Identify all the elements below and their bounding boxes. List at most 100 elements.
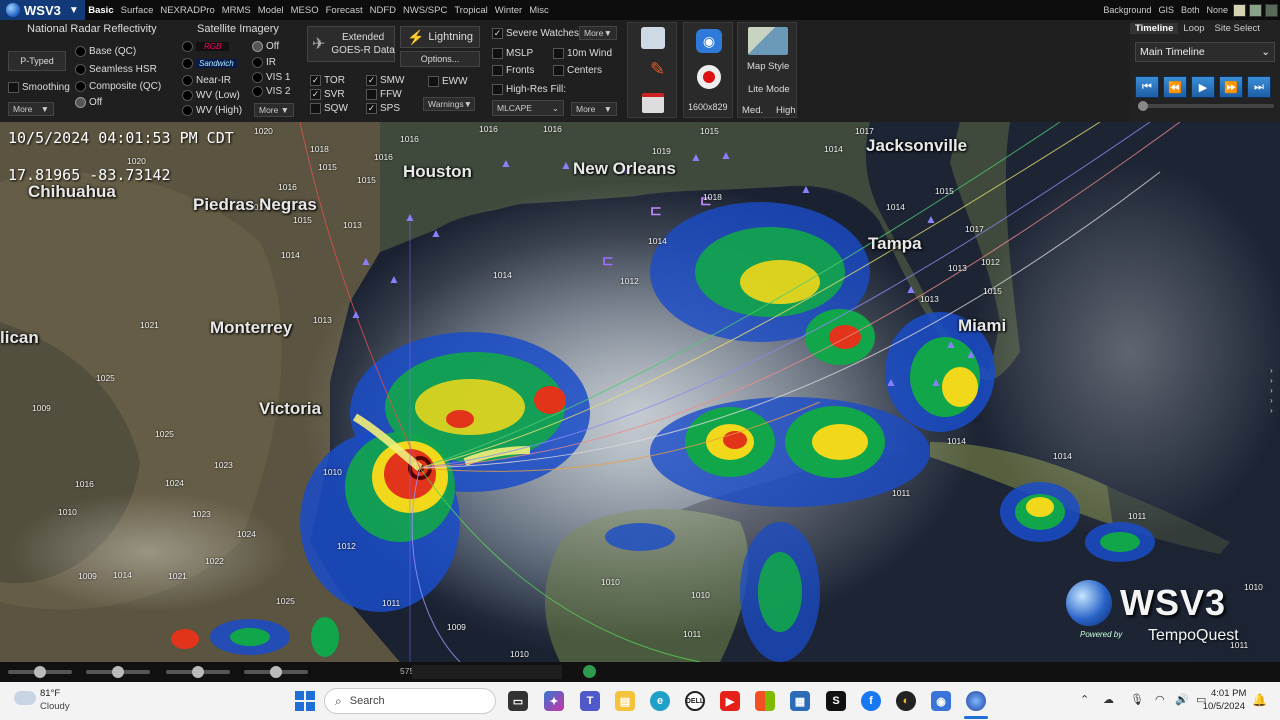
dell-icon[interactable]: DELL (685, 691, 705, 711)
warn-sps[interactable]: ✓ SPS (366, 103, 400, 114)
warn-svr[interactable]: ✓ SVR (310, 89, 345, 100)
hires-fill-checkbox[interactable]: High-Res Fill: (492, 84, 566, 95)
pencil-icon[interactable]: ✎ (650, 59, 665, 80)
tab-timeline[interactable]: Timeline (1130, 22, 1179, 34)
radar-app-icon[interactable]: ◐ (896, 691, 916, 711)
swatch-dark[interactable] (1265, 3, 1278, 17)
menu-misc[interactable]: Misc (526, 5, 553, 16)
smoothing-checkbox[interactable]: Smoothing (8, 82, 70, 93)
warn-smw[interactable]: ✓ SMW (366, 75, 404, 86)
sat-vis2-option[interactable]: VIS 2 (252, 86, 290, 97)
menu-basic[interactable]: Basic (85, 5, 117, 16)
weather-temp[interactable]: 81°F (40, 688, 60, 699)
background-none[interactable]: None (1204, 5, 1230, 15)
menu-mrms[interactable]: MRMS (218, 5, 254, 16)
tab-site-select[interactable]: Site Select (1210, 23, 1265, 34)
wifi-icon[interactable]: ◠ (1155, 693, 1165, 706)
lightning-button[interactable]: ⚡ Lightning (400, 26, 480, 48)
swatch-light[interactable] (1233, 3, 1246, 17)
chevron-up-icon[interactable]: ⌃ (1080, 693, 1089, 706)
sat-sandwich-option[interactable]: Sandwich (182, 58, 237, 69)
sat-off-option[interactable]: Off (252, 41, 279, 52)
lite-mode-label[interactable]: Lite Mode (748, 84, 790, 95)
menu-surface[interactable]: Surface (117, 5, 157, 16)
menu-forecast[interactable]: Forecast (322, 5, 366, 16)
record-icon[interactable] (697, 65, 721, 89)
slider-handle[interactable] (192, 666, 204, 678)
warn-eww[interactable]: EWW (428, 76, 468, 87)
opacity-slider-1[interactable] (8, 666, 72, 678)
radar-option-off[interactable]: Off (75, 97, 102, 108)
slider-handle[interactable] (34, 666, 46, 678)
lite-med-option[interactable]: Med. (742, 105, 763, 116)
slider-handle[interactable] (270, 666, 282, 678)
weather-condition[interactable]: Cloudy (40, 701, 70, 712)
scrubber-handle[interactable] (1138, 101, 1148, 111)
youtube-icon[interactable]: ▶ (720, 691, 740, 711)
opacity-slider-2[interactable] (86, 666, 150, 678)
play-icon[interactable]: ▶ (1191, 76, 1215, 98)
sat-wvhigh-option[interactable]: WV (High) (182, 105, 242, 116)
slider-handle[interactable] (112, 666, 124, 678)
mslp-checkbox[interactable]: MSLP (492, 48, 533, 59)
ptyped-button[interactable]: P-Typed (8, 51, 66, 71)
resolution-label[interactable]: 1600x829 (688, 102, 728, 112)
warnings-dropdown[interactable]: Warnings ▼ (423, 97, 475, 111)
sat-vis1-option[interactable]: VIS 1 (252, 72, 290, 83)
sat-rgb-option[interactable]: RGB (182, 41, 230, 52)
volume-icon[interactable]: 🔊 (1175, 693, 1189, 706)
severe-more-dropdown[interactable]: More ▼ (579, 26, 617, 40)
sat-more-dropdown[interactable]: More ▼ (254, 103, 294, 117)
lightning-options-button[interactable]: Options... (400, 51, 480, 67)
clock-time[interactable]: 4:01 PM (1211, 688, 1246, 699)
windows-start-icon[interactable] (295, 691, 315, 711)
background-gis[interactable]: GIS (1156, 5, 1176, 15)
menu-meso[interactable]: MESO (287, 5, 322, 16)
centers-checkbox[interactable]: Centers (553, 65, 602, 76)
taskbar-search[interactable]: ⌕ Search (324, 688, 496, 714)
goes-r-button[interactable]: ✈ Extended GOES-R Data (307, 26, 395, 62)
radar-option-composite[interactable]: Composite (QC) (75, 81, 161, 92)
wsv3-taskbar-icon[interactable] (966, 691, 986, 711)
radar-option-base[interactable]: Base (QC) (75, 46, 136, 57)
menu-nws-spc[interactable]: NWS/SPC (399, 5, 450, 16)
sat-ir-option[interactable]: IR (252, 57, 276, 68)
map-style-label[interactable]: Map Style (747, 61, 789, 72)
tab-loop[interactable]: Loop (1178, 23, 1209, 34)
skip-forward-icon[interactable]: ⏭ (1247, 76, 1271, 98)
sat-wvlow-option[interactable]: WV (Low) (182, 90, 240, 101)
radar-more-dropdown[interactable]: More ▼ (8, 102, 54, 116)
map-thumbnail-icon[interactable] (748, 27, 788, 55)
app-logo-button[interactable]: WSV3 ▼ (0, 0, 85, 20)
timeline-select[interactable]: Main Timeline ⌄ (1135, 42, 1275, 62)
fast-forward-icon[interactable]: ⏩ (1219, 76, 1243, 98)
surface-more-dropdown[interactable]: More ▼ (571, 102, 617, 116)
timeline-scrubber[interactable] (1138, 101, 1274, 111)
copilot-icon[interactable]: ✦ (544, 691, 564, 711)
background-both[interactable]: Both (1179, 5, 1202, 15)
file-explorer-icon[interactable]: ▤ (615, 691, 635, 711)
teams-icon[interactable]: T (580, 691, 600, 711)
warn-tor[interactable]: ✓ TOR (310, 75, 345, 86)
microphone-icon[interactable]: 🎙 (1130, 693, 1144, 706)
fronts-checkbox[interactable]: Fronts (492, 65, 534, 76)
facebook-icon[interactable]: f (861, 691, 881, 711)
media-app-icon[interactable]: ◉ (931, 691, 951, 711)
camera-icon[interactable]: ◉ (696, 29, 722, 53)
sat-nearir-option[interactable]: Near-IR (182, 75, 231, 86)
menu-winter[interactable]: Winter (491, 5, 525, 16)
weather-map[interactable]: ▲ ▲ ▲ ▲ ▲ ▲ ▲ ▲ ▲ ▲ ▲ ▲ ▲ ▲ ▲ ▲ ▲ ⊏ ⊏ ⊏ … (0, 122, 1280, 662)
fill-select[interactable]: MLCAPE ⌄ (492, 100, 564, 116)
lite-high-option[interactable]: High (776, 105, 796, 116)
wind-checkbox[interactable]: 10m Wind (553, 48, 612, 59)
swatch-mid[interactable] (1249, 3, 1262, 17)
menu-nexradpro[interactable]: NEXRADPro (157, 5, 218, 16)
opacity-slider-4[interactable] (244, 666, 308, 678)
opacity-slider-3[interactable] (166, 666, 230, 678)
warn-sqw[interactable]: SQW (310, 103, 348, 114)
menu-model[interactable]: Model (254, 5, 287, 16)
app-badge-icon[interactable]: S (826, 691, 846, 711)
menu-ndfd[interactable]: NDFD (366, 5, 399, 16)
task-view-icon[interactable]: ▭ (508, 691, 528, 711)
background-label[interactable]: Background (1101, 5, 1153, 15)
